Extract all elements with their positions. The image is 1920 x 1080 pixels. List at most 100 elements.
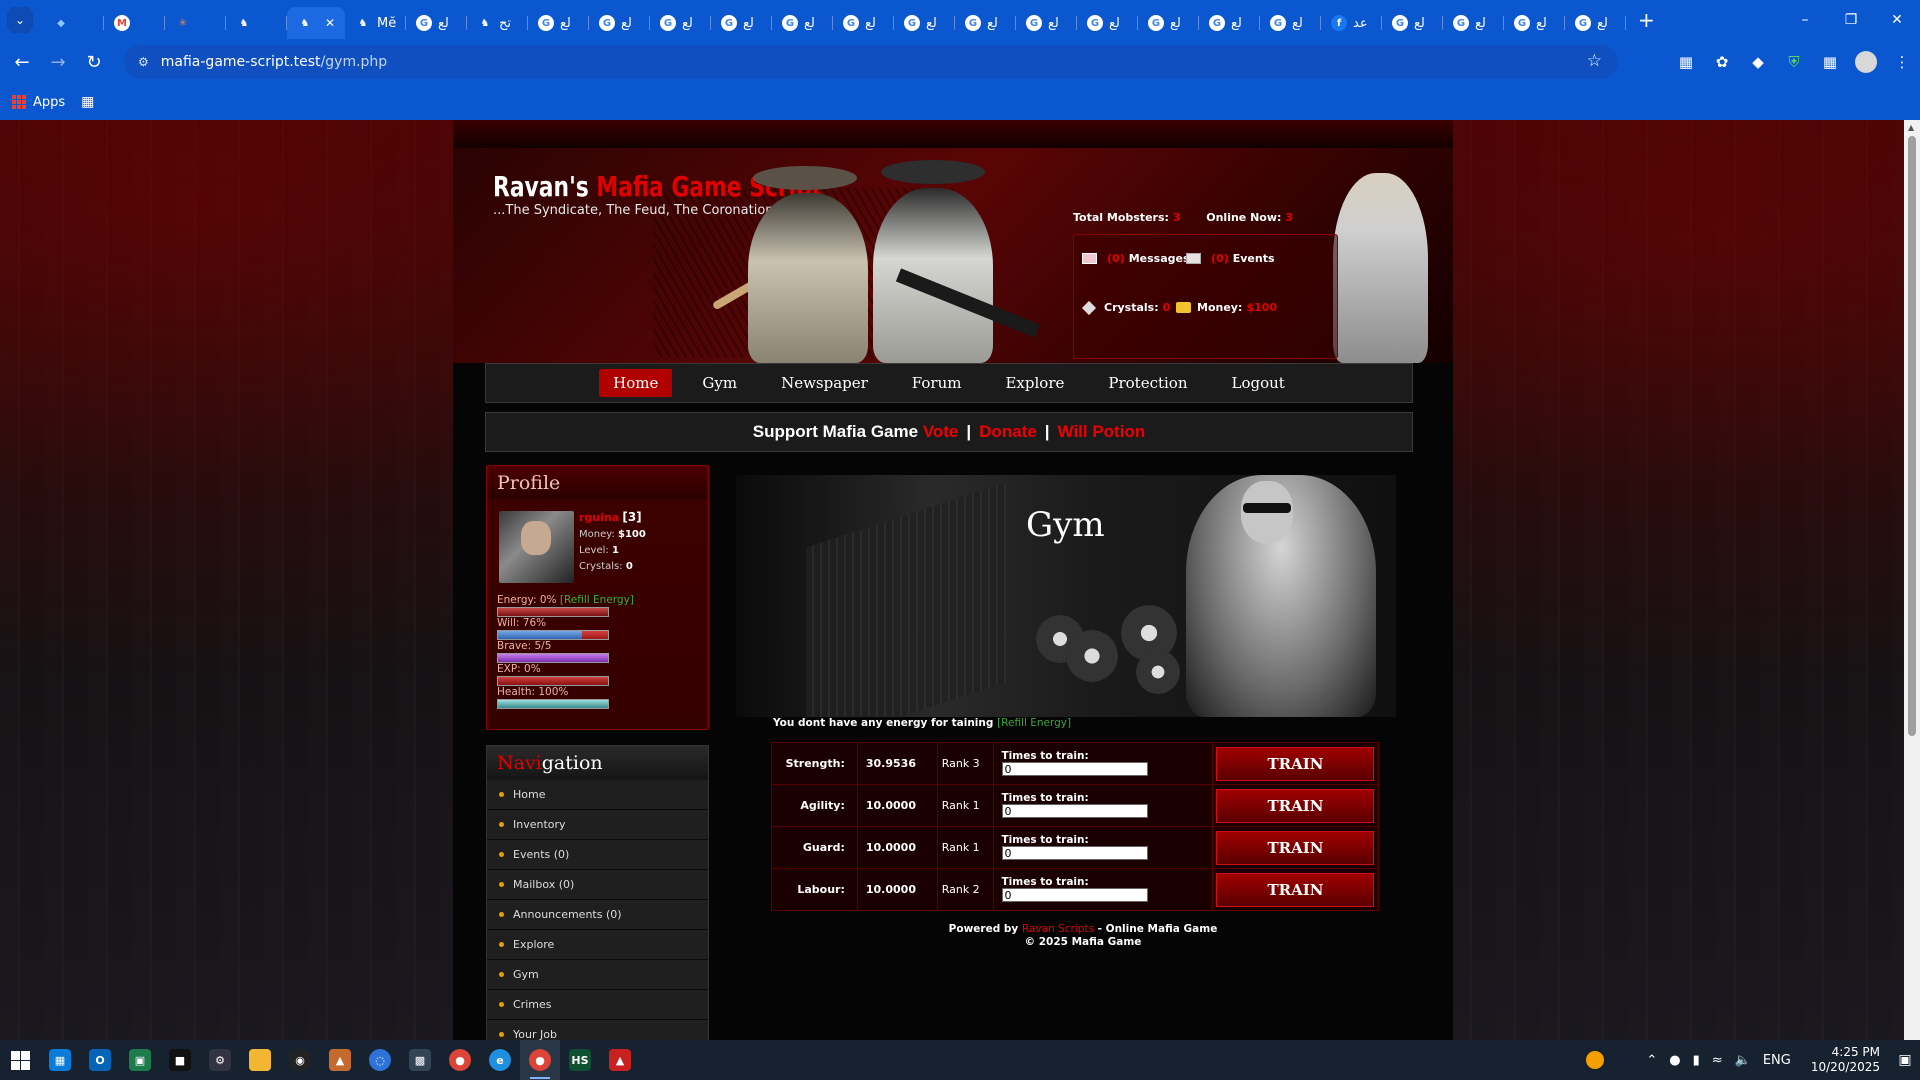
browser-tab[interactable]: ◆ — [43, 7, 104, 39]
taskbar-file-explorer[interactable] — [240, 1040, 280, 1080]
browser-tab[interactable]: G لع — [1443, 7, 1504, 39]
browser-menu-icon[interactable]: ⋮ — [1884, 53, 1920, 71]
apps-grid-icon[interactable] — [12, 95, 26, 109]
nav-logout[interactable]: Logout — [1218, 369, 1299, 397]
browser-tab[interactable]: f عد — [1321, 7, 1382, 39]
times-to-train-input[interactable] — [1001, 804, 1148, 818]
sidebar-item[interactable]: Home — [487, 780, 708, 810]
browser-tab[interactable]: M — [104, 7, 165, 39]
scroll-up-icon[interactable]: ▲ — [1908, 123, 1914, 132]
page-scrollbar[interactable]: ▲ — [1904, 120, 1920, 1040]
player-avatar[interactable] — [499, 511, 574, 583]
wifi-icon[interactable]: ≈ — [1712, 1053, 1723, 1068]
sidebar-item[interactable]: Explore — [487, 930, 708, 960]
browser-tab[interactable]: G لع — [772, 7, 833, 39]
browser-tab[interactable]: G لع — [711, 7, 772, 39]
extension-pin-icon[interactable]: ◆ — [1740, 53, 1776, 71]
browser-tab[interactable]: G لع — [833, 7, 894, 39]
clock[interactable]: 4:25 PM 10/20/2025 — [1811, 1045, 1880, 1075]
times-to-train-input[interactable] — [1001, 846, 1148, 860]
taskbar-app[interactable]: ◉ — [280, 1040, 320, 1080]
restore-icon[interactable]: ❐ — [1828, 12, 1874, 28]
browser-tab[interactable]: G لع — [1199, 7, 1260, 39]
nav-forum[interactable]: Forum — [898, 369, 976, 397]
taskbar-app[interactable]: ⚙ — [200, 1040, 240, 1080]
train-button[interactable]: TRAIN — [1216, 830, 1375, 865]
close-tab-icon[interactable]: ✕ — [325, 16, 335, 30]
refill-energy-link[interactable]: [Refill Energy] — [560, 594, 634, 606]
browser-tab[interactable]: ♞ تح — [467, 7, 528, 39]
taskbar-edge[interactable]: e — [480, 1040, 520, 1080]
browser-tab[interactable]: G لع — [1382, 7, 1443, 39]
sidebar-item[interactable]: Your Job — [487, 1020, 708, 1040]
battery-icon[interactable]: ▮ — [1693, 1053, 1700, 1068]
taskbar-app[interactable]: ▲ — [320, 1040, 360, 1080]
tab-search-icon[interactable]: ⌄ — [7, 7, 33, 33]
sidebar-item[interactable]: Inventory — [487, 810, 708, 840]
browser-tab[interactable]: G لع — [894, 7, 955, 39]
profile-avatar[interactable] — [1855, 51, 1877, 73]
taskbar-app[interactable]: HS — [560, 1040, 600, 1080]
sidebar-item[interactable]: Mailbox (0) — [487, 870, 708, 900]
browser-tab[interactable]: ✳ — [165, 7, 226, 39]
sidebar-item[interactable]: Gym — [487, 960, 708, 990]
close-window-icon[interactable]: ✕ — [1874, 12, 1920, 28]
scrollbar-thumb[interactable] — [1908, 136, 1916, 736]
browser-tab[interactable]: G لع — [955, 7, 1016, 39]
extensions-puzzle-icon[interactable]: ▦ — [1812, 53, 1848, 71]
taskbar-app[interactable]: ■ — [160, 1040, 200, 1080]
times-to-train-input[interactable] — [1001, 888, 1148, 902]
events-link[interactable]: (0) Events — [1186, 252, 1275, 265]
extension-leaf-icon[interactable]: ✿ — [1704, 53, 1740, 71]
tray-app-icon[interactable]: ● — [1669, 1053, 1680, 1068]
chevron-up-icon[interactable]: ⌃ — [1646, 1053, 1657, 1068]
train-button[interactable]: TRAIN — [1216, 746, 1375, 781]
nav-newspaper[interactable]: Newspaper — [767, 369, 882, 397]
taskbar-outlook[interactable]: O — [80, 1040, 120, 1080]
volume-icon[interactable]: 🔈 — [1735, 1053, 1751, 1068]
tab-groups-icon[interactable]: ▦ — [81, 94, 94, 110]
taskbar-app[interactable]: ▩ — [400, 1040, 440, 1080]
browser-tab[interactable]: G لع — [528, 7, 589, 39]
train-button[interactable]: TRAIN — [1216, 872, 1375, 907]
train-button[interactable]: TRAIN — [1216, 788, 1375, 823]
notifications-icon[interactable]: ▣ — [1890, 1052, 1920, 1068]
reload-icon[interactable]: ↻ — [76, 52, 112, 73]
player-name-link[interactable]: rguina — [579, 511, 619, 524]
browser-tab[interactable]: G لع — [1565, 7, 1626, 39]
nav-explore[interactable]: Explore — [991, 369, 1078, 397]
apps-bookmark[interactable]: Apps — [33, 95, 65, 110]
taskbar-store[interactable]: ▦ — [40, 1040, 80, 1080]
back-icon[interactable]: ← — [4, 52, 40, 73]
browser-tab[interactable]: G لع — [1138, 7, 1199, 39]
browser-tab[interactable]: ♞ — [226, 7, 287, 39]
messages-link[interactable]: (0) Messages — [1082, 252, 1190, 265]
browser-tab[interactable]: ♞ ✕ — [287, 7, 345, 39]
will-potion-link[interactable]: Will Potion — [1058, 422, 1146, 442]
sidebar-item[interactable]: Announcements (0) — [487, 900, 708, 930]
taskbar-app[interactable]: ▲ — [600, 1040, 640, 1080]
forward-icon[interactable]: → — [40, 52, 76, 73]
site-info-icon[interactable]: ⚙ — [138, 55, 149, 69]
browser-tab[interactable]: ♞ Mĕ — [345, 7, 406, 39]
nav-gym[interactable]: Gym — [688, 369, 751, 397]
browser-tab[interactable]: G لع — [406, 7, 467, 39]
browser-tab[interactable]: G لع — [589, 7, 650, 39]
footer-brand-link[interactable]: Ravan Scripts — [1022, 923, 1094, 935]
minimize-icon[interactable]: – — [1782, 12, 1828, 28]
taskbar-app[interactable]: ▣ — [120, 1040, 160, 1080]
address-bar[interactable]: ⚙ mafia-game-script.test/gym.php ☆ — [124, 45, 1618, 79]
taskbar-app[interactable]: ◌ — [360, 1040, 400, 1080]
new-tab-icon[interactable]: + — [1638, 8, 1655, 32]
vote-link[interactable]: Vote — [923, 422, 959, 442]
nav-home[interactable]: Home — [599, 369, 673, 397]
sidebar-item[interactable]: Events (0) — [487, 840, 708, 870]
taskbar-chrome-active[interactable]: ● — [520, 1040, 560, 1080]
browser-tab[interactable]: G لع — [1260, 7, 1321, 39]
browser-tab[interactable]: G لع — [1504, 7, 1565, 39]
translate-icon[interactable]: ▦ — [1668, 53, 1704, 71]
browser-tab[interactable]: G لع — [1016, 7, 1077, 39]
notification-dot-icon[interactable] — [1586, 1051, 1605, 1069]
bookmark-star-icon[interactable]: ☆ — [1587, 51, 1602, 71]
refill-energy-link[interactable]: [Refill Energy] — [997, 717, 1071, 729]
